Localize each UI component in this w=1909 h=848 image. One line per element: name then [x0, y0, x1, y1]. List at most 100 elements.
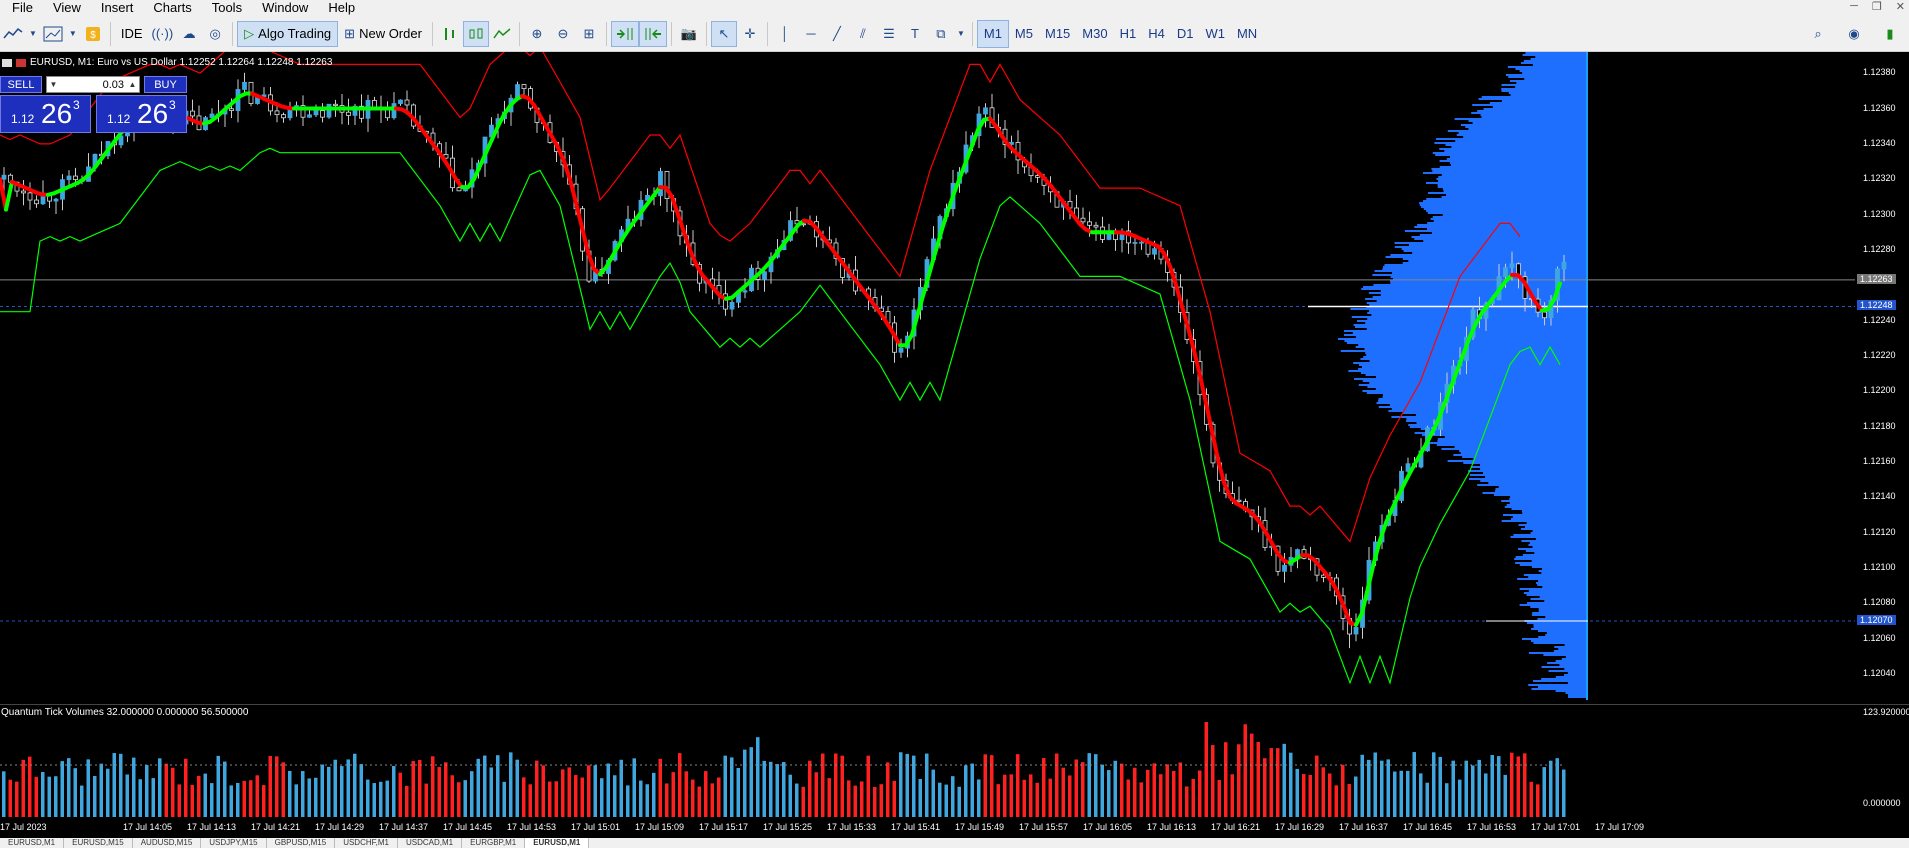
chart-shift-icon[interactable]: [638, 20, 667, 47]
cursor-icon[interactable]: ↖: [710, 20, 737, 47]
timeframe-m30[interactable]: M30: [1076, 21, 1113, 47]
community-icon[interactable]: ◎: [202, 21, 228, 47]
price-axis[interactable]: 1.12380 1.12360 1.12340 1.12320 1.12300 1.122…: [1855, 52, 1909, 704]
minimize-icon[interactable]: ─: [1850, 0, 1858, 13]
templates-dropdown-icon[interactable]: ▼: [66, 21, 80, 47]
volume-profile-bar: [1518, 524, 1588, 526]
time-axis[interactable]: 17 Jul 2023 17 Jul 14:05 17 Jul 14:13 17 Ju…: [0, 818, 1909, 838]
volume-profile-bar: [1375, 376, 1588, 378]
volume-profile-bar: [1561, 658, 1588, 660]
search-icon[interactable]: ⌕: [1805, 21, 1831, 47]
volume-profile-bar: [1478, 98, 1588, 100]
volume-profile-bar: [1360, 358, 1588, 360]
timeframe-mn[interactable]: MN: [1231, 21, 1263, 47]
volume-bar: [1555, 758, 1559, 817]
volume-profile-bar: [1388, 410, 1588, 412]
sell-button[interactable]: SELL: [0, 76, 42, 93]
crosshair-icon[interactable]: ✛: [737, 21, 763, 47]
chart-tab[interactable]: EURGBP,M1: [462, 838, 526, 848]
volume-profile-bar: [1433, 220, 1588, 222]
fibonacci-icon[interactable]: ☰: [876, 21, 902, 47]
sell-price-box[interactable]: 1.12 26 3: [0, 95, 91, 133]
timeframe-h4[interactable]: H4: [1142, 21, 1171, 47]
volume-bar: [1419, 773, 1423, 817]
menu-view[interactable]: View: [43, 0, 91, 16]
timeframe-m1[interactable]: M1: [976, 19, 1009, 48]
volume-profile-bar: [1501, 84, 1588, 86]
chart-tab[interactable]: GBPUSD,M15: [267, 838, 336, 848]
tile-windows-icon[interactable]: ⊞: [576, 21, 602, 47]
buy-price-box[interactable]: 1.12 26 3: [96, 95, 187, 133]
volume-bars: [2, 721, 1566, 817]
add-chart-icon[interactable]: [40, 21, 66, 47]
volume-profile-bar: [1414, 226, 1588, 228]
volume-bar: [775, 764, 779, 817]
ide-button[interactable]: IDE: [115, 21, 149, 47]
lot-increase-icon[interactable]: ▲: [126, 80, 139, 89]
timeframe-m5[interactable]: M5: [1009, 21, 1039, 47]
volume-bar: [528, 784, 532, 817]
volume-bar: [210, 783, 214, 817]
account-icon[interactable]: ◉: [1841, 21, 1867, 47]
volume-profile-bar: [1528, 652, 1588, 654]
volume-bar: [1178, 762, 1182, 817]
auto-scroll-icon[interactable]: [610, 20, 639, 47]
menu-charts[interactable]: Charts: [143, 0, 201, 16]
signal-strength-icon[interactable]: ▮: [1877, 21, 1903, 47]
line-chart-type-icon[interactable]: [489, 21, 515, 47]
chart-type-dropdown-icon[interactable]: ▼: [26, 21, 40, 47]
timeframe-h1[interactable]: H1: [1114, 21, 1143, 47]
volume-profile-bar: [1501, 90, 1588, 92]
chart-tab[interactable]: USDCHF,M1: [335, 838, 398, 848]
channel-icon[interactable]: ⫽: [850, 21, 876, 47]
chart-tab[interactable]: USDCAD,M1: [398, 838, 463, 848]
vertical-line-icon[interactable]: │: [772, 21, 798, 47]
menu-file[interactable]: File: [0, 0, 43, 16]
volume-profile-bar: [1513, 534, 1588, 536]
zoom-in-icon[interactable]: ⊕: [524, 21, 550, 47]
menu-window[interactable]: Window: [252, 0, 318, 16]
candle-body: [983, 107, 988, 115]
volume-bar: [892, 780, 896, 817]
vps-cloud-icon[interactable]: ☁: [176, 21, 202, 47]
bar-chart-icon[interactable]: [437, 21, 463, 47]
shapes-dropdown-icon[interactable]: ▼: [954, 21, 968, 47]
menu-insert[interactable]: Insert: [91, 0, 144, 16]
close-icon[interactable]: ✕: [1896, 0, 1905, 13]
price-chart[interactable]: EURUSD, M1: Euro vs US Dollar 1.12252 1.…: [0, 52, 1909, 704]
text-icon[interactable]: T: [902, 21, 928, 47]
shapes-icon[interactable]: ⧉: [928, 21, 954, 47]
line-chart-icon[interactable]: [0, 21, 26, 47]
candle-body: [1087, 221, 1092, 226]
volume-bar: [249, 780, 253, 817]
lot-decrease-icon[interactable]: ▼: [47, 80, 60, 89]
menu-tools[interactable]: Tools: [202, 0, 252, 16]
horizontal-line-icon[interactable]: ─: [798, 21, 824, 47]
chart-tab[interactable]: EURUSD,M15: [64, 838, 133, 848]
market-icon[interactable]: $: [80, 21, 106, 47]
timeframe-m15[interactable]: M15: [1039, 21, 1076, 47]
timeframe-w1[interactable]: W1: [1199, 21, 1231, 47]
algo-trading-button[interactable]: ▷ Algo Trading: [237, 20, 339, 47]
chart-tab[interactable]: EURUSD,M1: [525, 838, 590, 848]
candlestick-icon[interactable]: [462, 20, 489, 47]
zoom-out-icon[interactable]: ⊖: [550, 21, 576, 47]
volume-bar: [1334, 785, 1338, 817]
chart-tab[interactable]: USDJPY,M15: [201, 838, 267, 848]
separator: [232, 21, 234, 46]
volume-bar: [1276, 748, 1280, 817]
screenshot-icon[interactable]: 📷: [676, 21, 702, 47]
chart-tab[interactable]: AUDUSD,M15: [133, 838, 202, 848]
menu-help[interactable]: Help: [318, 0, 365, 16]
buy-button[interactable]: BUY: [144, 76, 187, 93]
restore-icon[interactable]: ❐: [1872, 0, 1882, 13]
new-order-button[interactable]: ⊞ New Order: [338, 21, 428, 47]
lot-size-input[interactable]: [60, 78, 126, 91]
volume-bar: [1432, 752, 1436, 817]
signals-icon[interactable]: ((·)): [149, 21, 177, 47]
volume-indicator-window[interactable]: Quantum Tick Volumes 32.000000 0.000000 …: [0, 704, 1909, 818]
trendline-icon[interactable]: ╱: [824, 21, 850, 47]
timeframe-d1[interactable]: D1: [1171, 21, 1200, 47]
chart-tab[interactable]: EURUSD,M1: [0, 838, 65, 848]
volume-profile-bar: [1482, 472, 1588, 474]
